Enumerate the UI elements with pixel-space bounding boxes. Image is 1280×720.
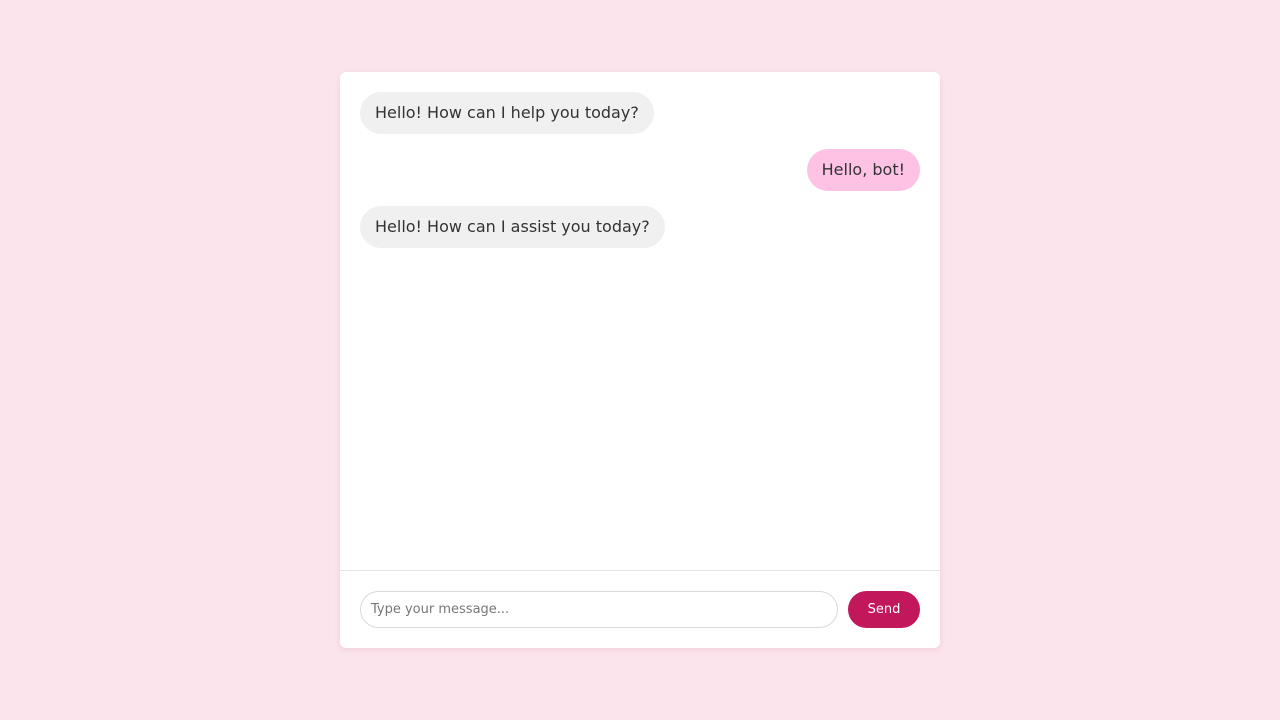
bot-message: Hello! How can I help you today?: [360, 92, 654, 134]
message-input[interactable]: [360, 591, 838, 628]
chat-window: Hello! How can I help you today? Hello, …: [340, 72, 940, 648]
send-button[interactable]: Send: [848, 591, 920, 628]
message-list: Hello! How can I help you today? Hello, …: [340, 72, 940, 570]
composer: Send: [340, 570, 940, 648]
bot-message: Hello! How can I assist you today?: [360, 206, 665, 248]
user-message: Hello, bot!: [806, 149, 920, 191]
